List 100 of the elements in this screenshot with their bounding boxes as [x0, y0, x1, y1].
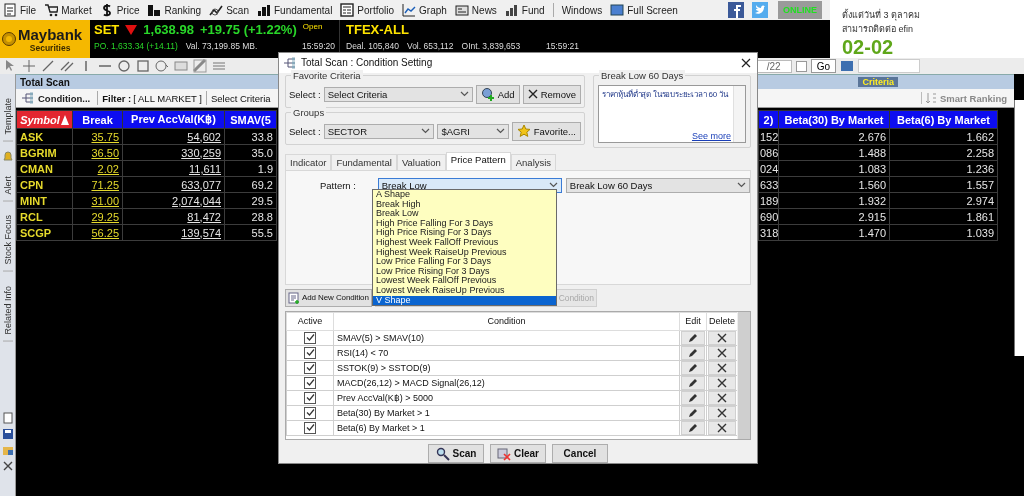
update-time: 15:59:20 — [301, 41, 335, 51]
table-cell: 633,077 — [122, 176, 225, 193]
ad-text: ตั้งแต่วันที่ 3 ตุลาคม — [842, 8, 921, 22]
column-header[interactable]: Symbol — [16, 110, 73, 129]
table-cell: SMAV(5) > SMAV(10) — [333, 330, 680, 346]
group-label: Groups — [291, 106, 327, 118]
condition-button[interactable]: Condition... — [18, 92, 94, 104]
field-label: Select : — [289, 125, 321, 137]
table-cell: 2.02 — [72, 160, 123, 177]
table-cell: 1.932 — [778, 192, 890, 209]
side-tab[interactable]: Alert — [2, 169, 13, 202]
menu-item[interactable]: Fund — [504, 3, 545, 17]
menu-item[interactable]: Fundamental — [257, 3, 333, 17]
table-cell: 31.00 — [72, 192, 123, 209]
table-cell: RSI(14) < 70 — [333, 345, 680, 361]
action-button[interactable]: Clear — [490, 444, 546, 463]
deal-count: Deal. 105,840 — [346, 41, 399, 51]
menu-item[interactable]: Graph — [402, 3, 447, 17]
table-cell: 1.470 — [778, 224, 890, 241]
table-cell: SCGP — [16, 224, 73, 241]
dropdown-option[interactable]: A Shape — [373, 190, 556, 200]
dropdown-option[interactable]: High Price Rising For 3 Days — [373, 228, 556, 238]
tab[interactable]: Fundamental — [331, 153, 397, 170]
filter-label: Filter : — [102, 92, 132, 104]
tab[interactable]: Price Pattern — [445, 151, 511, 170]
tab[interactable]: Valuation — [396, 153, 446, 170]
criteria-label: Criteria — [858, 77, 898, 87]
description-text: ราคาหุ้นที่ต่ำสุด ในรอบระยะเวลา 60 วัน — [602, 88, 730, 101]
table-cell: 1.560 — [778, 176, 890, 193]
dropdown[interactable]: Select Criteria — [323, 86, 473, 102]
trade-value: Val. 73,199.85 MB. — [185, 41, 258, 51]
criteria-select[interactable]: Select Criteria — [210, 92, 271, 104]
menu-item[interactable]: News — [454, 3, 497, 17]
table-cell: CPN — [16, 176, 73, 193]
menu-item[interactable]: Windows — [561, 4, 603, 16]
dropdown[interactable]: $AGRI — [437, 123, 509, 139]
table-cell: 55.5 — [224, 224, 277, 241]
condition-button[interactable]: Add New Condition — [285, 288, 372, 307]
column-header[interactable]: Prev AccVal(K฿) — [122, 110, 225, 129]
column-header[interactable]: Beta(6) By Market — [889, 110, 998, 129]
update-time: 15:59:21 — [545, 41, 579, 51]
side-tab[interactable]: Stock Focus — [2, 209, 13, 272]
tab[interactable]: Analysis — [510, 153, 557, 170]
dropdown-option[interactable]: Break Low — [373, 209, 556, 219]
side-tab[interactable]: Related Info — [2, 279, 13, 342]
table-cell: 2.974 — [889, 192, 998, 209]
volume: Vol. 653,112 — [406, 41, 454, 51]
dropdown-option[interactable]: Lowest Week RaiseUp Previous — [373, 285, 556, 296]
table-cell: 139,574 — [122, 224, 225, 241]
panel-title: Total Scan — [20, 76, 70, 88]
table-cell: 2.915 — [778, 208, 890, 225]
table-cell: SSTOK(9) > SSTOD(9) — [333, 360, 680, 376]
dropdown-option[interactable]: Low Price Rising For 3 Days — [373, 266, 556, 277]
dropdown[interactable]: SECTOR — [323, 123, 435, 139]
ad-phone: 02-02 — [842, 36, 895, 59]
table-cell: RCL — [16, 208, 73, 225]
dropdown-option[interactable]: Break High — [373, 199, 556, 210]
table-cell: Beta(30) By Market > 1 — [333, 405, 680, 421]
dropdown-option[interactable]: High Price Falling For 3 Days — [373, 218, 556, 229]
session-status: Open — [302, 22, 323, 31]
column-header[interactable]: 2) — [758, 110, 779, 129]
dropdown[interactable]: Break Low 60 Days — [565, 177, 750, 193]
menu-item[interactable]: Price — [99, 3, 140, 17]
menu-item[interactable]: Scan — [209, 3, 249, 17]
menu-item[interactable]: Portfolio — [340, 3, 395, 17]
column-header[interactable]: Beta(30) By Market — [778, 110, 890, 129]
column-header[interactable]: Break — [72, 110, 123, 129]
table-cell: 54,602 — [122, 128, 225, 145]
table-cell: 1.039 — [889, 224, 998, 241]
dropdown-option[interactable]: Highest Week RaiseUp Previous — [373, 247, 556, 258]
menu-item[interactable]: File — [3, 3, 37, 17]
see-more-link[interactable]: See more — [691, 130, 731, 141]
broker-subtitle: Securities — [29, 42, 71, 53]
table-cell: 71.25 — [72, 176, 123, 193]
go-button[interactable]: Go — [810, 59, 836, 73]
index-change: +19.75 (+1.22%) — [199, 22, 297, 37]
side-tab[interactable]: Template — [2, 92, 13, 142]
dropdown-option[interactable]: V Shape — [373, 295, 556, 306]
dropdown-option[interactable]: Low Price Falling For 3 Days — [373, 257, 556, 267]
action-button[interactable]: Cancel — [552, 444, 608, 463]
table-cell: 1.236 — [889, 160, 998, 177]
menu-item[interactable]: Market — [44, 3, 92, 17]
action-button[interactable]: Scan — [428, 444, 484, 463]
status-badge: ONLINE — [778, 1, 822, 19]
table-cell: 1.488 — [778, 144, 890, 161]
dropdown-option[interactable]: Highest Week FallOff Previous — [373, 237, 556, 248]
table-cell: 330,259 — [122, 144, 225, 161]
dropdown-option[interactable]: Lowest Week FallOff Previous — [373, 276, 556, 286]
table-cell: 36.50 — [72, 144, 123, 161]
menu-item[interactable]: Full Screen — [610, 3, 678, 17]
open-interest: OInt. 3,839,653 — [461, 41, 521, 51]
tab[interactable]: Indicator — [285, 153, 332, 170]
column-header[interactable]: SMAV(5 — [224, 110, 277, 129]
remove-button[interactable]: Remove — [522, 84, 581, 104]
table-cell: 28.8 — [224, 208, 277, 225]
table-cell: 35.75 — [72, 128, 123, 145]
table-cell: 29.5 — [224, 192, 277, 209]
favorite-button[interactable]: Favorite... — [511, 121, 581, 141]
add-button[interactable]: Add — [475, 84, 520, 104]
menu-item[interactable]: Ranking — [147, 3, 202, 17]
